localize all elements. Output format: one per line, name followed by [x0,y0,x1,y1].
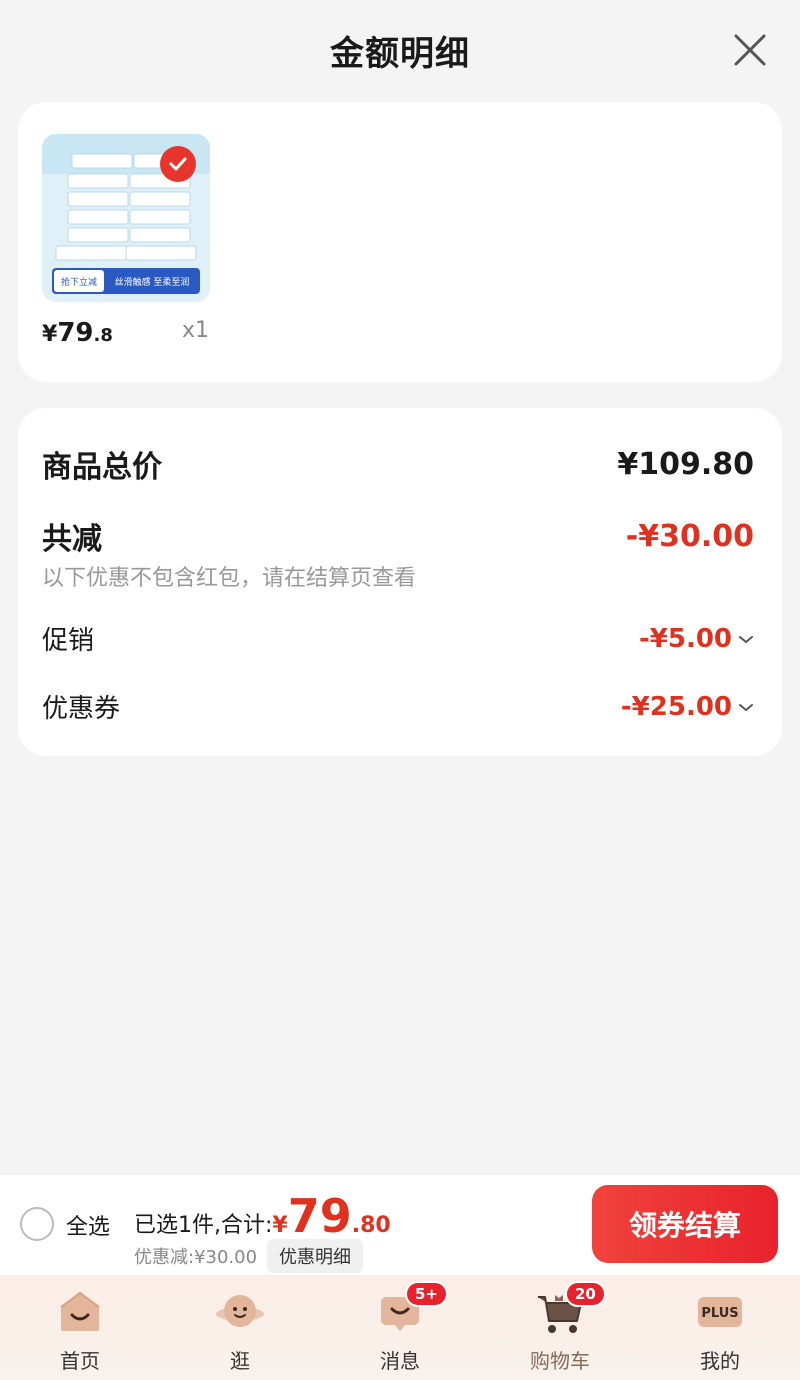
total-value: ¥109.80 [617,446,754,482]
checkout-bar: 全选 已选1件,合计: ¥ 79 .80 优惠减:¥30.00 优惠明细 领券结… [0,1175,800,1275]
price-decimal: .8 [93,325,113,346]
discount-line: 优惠减:¥30.00 优惠明细 [134,1239,364,1273]
total-currency: ¥ [272,1213,288,1238]
coupon-row[interactable]: 优惠券 -¥25.00 [42,688,754,725]
tab-bar: 首页 逛 5+ 消息 20 购物车 PLUS 我的 [0,1275,800,1380]
price-integer: 79 [57,318,94,348]
image-text-1: 抢下立减 [61,276,97,288]
page-title: 金额明细 [330,33,470,74]
cart-badge: 20 [565,1281,606,1307]
select-all-label[interactable]: 全选 [66,1209,110,1241]
tab-browse[interactable]: 逛 [160,1275,320,1380]
tab-label: 消息 [380,1349,420,1373]
price-currency: ¥ [42,322,58,347]
tab-home[interactable]: 首页 [0,1275,160,1380]
coupon-value: -¥25.00 [620,691,732,722]
chevron-down-icon [739,703,753,711]
coupon-value-wrap: -¥25.00 [621,692,754,722]
promo-label: 促销 [42,626,95,656]
product-card: 抢下立减 丝滑触感 至柔至润 ¥79.8 x1 [18,102,782,382]
select-all-radio[interactable] [20,1207,54,1241]
discount-detail-button[interactable]: 优惠明细 [267,1239,364,1273]
reduce-row: 共减 -¥30.00 [42,514,754,558]
reduce-label: 共减 [42,522,102,557]
chevron-down-icon [739,635,753,643]
total-integer: 79 [287,1189,352,1243]
tab-messages[interactable]: 5+ 消息 [320,1275,480,1380]
tab-label: 购物车 [530,1349,590,1373]
promo-value-wrap: -¥5.00 [639,624,754,654]
checked-icon[interactable] [160,146,196,182]
product-quantity: x1 [182,318,210,343]
total-row: 商品总价 ¥109.80 [42,442,754,486]
summary-card: 商品总价 ¥109.80 共减 -¥30.00 以下优惠不包含红包，请在结算页查… [18,408,782,756]
selected-total: 已选1件,合计: ¥ 79 .80 [134,1193,391,1239]
total-decimal: .80 [351,1213,391,1238]
reduce-note: 以下优惠不包含红包，请在结算页查看 [42,566,417,591]
tab-label: 首页 [60,1349,100,1373]
reduce-value: -¥30.00 [625,518,754,554]
promo-value: -¥5.00 [638,623,732,654]
product-price: ¥79.8 [42,318,113,348]
coupon-label: 优惠券 [42,694,121,724]
promo-row[interactable]: 促销 -¥5.00 [42,620,754,657]
header: 金额明细 [0,0,800,100]
svg-text:PLUS: PLUS [701,1306,738,1321]
tab-label: 我的 [700,1349,740,1373]
message-badge: 5+ [405,1281,449,1307]
plus-icon: PLUS [698,1297,742,1327]
tab-cart[interactable]: 20 购物车 [480,1275,640,1380]
total-label: 商品总价 [42,450,162,485]
planet-face-icon [216,1295,264,1327]
discount-text: 优惠减:¥30.00 [134,1247,258,1268]
checkout-button[interactable]: 领券结算 [592,1185,778,1263]
close-icon [734,34,766,66]
tab-label: 逛 [230,1349,250,1373]
home-icon [60,1291,100,1331]
close-button[interactable] [730,30,770,70]
tab-mine[interactable]: PLUS 我的 [640,1275,800,1380]
selected-text: 已选1件,合计: [134,1213,273,1238]
image-text-2: 丝滑触感 至柔至润 [115,276,190,288]
